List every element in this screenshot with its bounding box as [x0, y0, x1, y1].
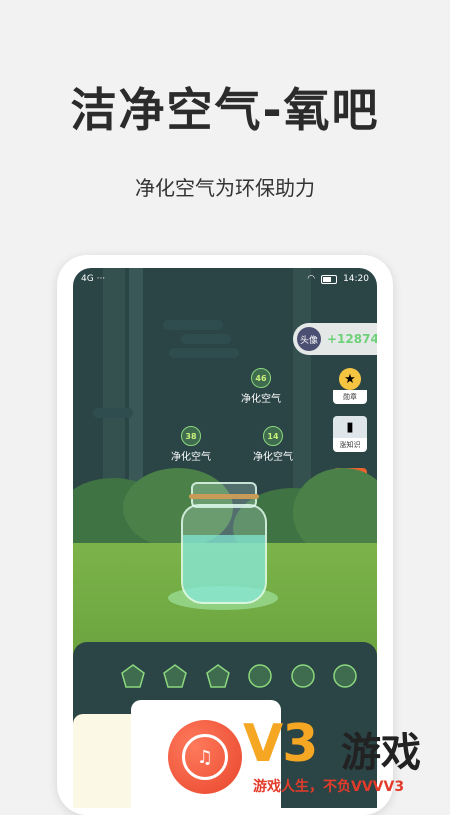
- circle-badge-3[interactable]: [331, 662, 359, 690]
- avatar[interactable]: 头像: [297, 327, 321, 351]
- bubble-number: 46: [251, 368, 271, 388]
- wifi-icon: ◠: [307, 274, 316, 284]
- v3-logo-icon: ♫: [168, 720, 242, 794]
- pentagon-badge-1[interactable]: [119, 662, 147, 690]
- knowledge-button[interactable]: ▮ 涨知识: [331, 416, 369, 452]
- cloud-shape: [93, 408, 133, 418]
- jar-water: [183, 534, 265, 602]
- cloud-shape: [181, 334, 231, 344]
- bubble-number: 38: [181, 426, 201, 446]
- oxygen-value: +12874: [327, 332, 377, 346]
- circle-badge-1[interactable]: [246, 662, 274, 690]
- headline: 洁净空气-氧吧: [70, 83, 380, 137]
- v3-slogan: 游戏人生，不负VVVV3: [253, 779, 405, 795]
- status-time: 14:20: [343, 274, 369, 284]
- cloud-shape: [169, 348, 239, 358]
- cloud-shape: [163, 320, 223, 330]
- air-bubble-1[interactable]: 46 净化空气: [241, 368, 281, 405]
- v3-brand-cn: 游戏: [341, 730, 421, 776]
- pentagon-badge-3[interactable]: [204, 662, 232, 690]
- oxygen-counter[interactable]: 头像 +12874: [293, 323, 377, 355]
- bubble-label: 净化空气: [241, 394, 281, 405]
- pentagon-badge-2[interactable]: [161, 662, 189, 690]
- jar-rope: [189, 494, 259, 499]
- book-icon: ▮: [333, 416, 367, 438]
- subheadline: 净化空气为环保助力: [135, 176, 315, 200]
- status-network: 4G ···: [81, 274, 106, 284]
- status-bar: 4G ··· ◠ 14:20: [73, 268, 377, 290]
- circle-badge-2[interactable]: [289, 662, 317, 690]
- pentagon-row: [119, 662, 359, 690]
- oxygen-jar[interactable]: [181, 504, 267, 604]
- v3-brand: V3: [243, 714, 318, 774]
- medal-button[interactable]: ★ 勋章: [331, 368, 369, 404]
- v3-watermark: ♫ V3 游戏 游戏人生，不负VVVV3: [163, 714, 450, 800]
- medal-icon: ★: [339, 368, 361, 390]
- bubble-number: 14: [263, 426, 283, 446]
- battery-icon: [321, 274, 338, 284]
